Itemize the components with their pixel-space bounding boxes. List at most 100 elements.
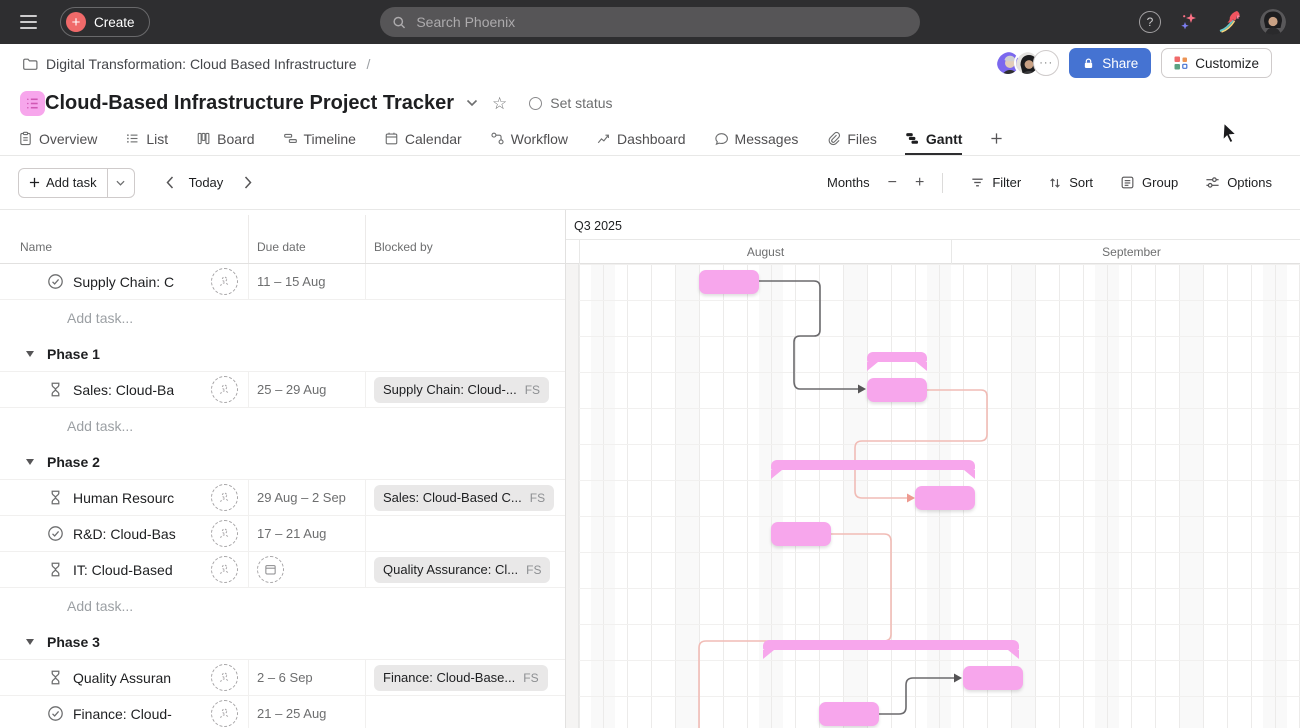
more-members-button[interactable]: ···	[1033, 50, 1059, 76]
next-period-button[interactable]	[237, 172, 259, 194]
rd-bar[interactable]	[771, 522, 831, 546]
blocked-by-cell[interactable]: Sales: Cloud-Based C...FS	[365, 480, 565, 515]
due-date-cell[interactable]: 29 Aug – 2 Sep	[248, 480, 365, 515]
assignee-placeholder[interactable]	[211, 556, 238, 583]
assignee-placeholder[interactable]	[211, 268, 238, 295]
task-pending-icon[interactable]	[47, 381, 64, 398]
phase-2-summary-bar[interactable]	[771, 460, 975, 470]
blocked-by-chip[interactable]: Quality Assurance: Cl...FS	[374, 557, 550, 583]
add-task-dropdown-button[interactable]	[108, 169, 134, 197]
favorite-star-icon[interactable]: ☆	[492, 95, 507, 112]
tab-overview[interactable]: Overview	[18, 122, 97, 155]
sort-button[interactable]: Sort	[1048, 175, 1093, 190]
share-button[interactable]: Share	[1069, 48, 1151, 78]
supply-chain-bar[interactable]	[699, 270, 759, 294]
assignee-placeholder[interactable]	[211, 520, 238, 547]
zoom-level-select[interactable]: Months	[827, 175, 870, 190]
blocked-by-cell[interactable]: Quality Assurance: Cl...FS	[365, 552, 565, 587]
collapse-caret-icon[interactable]	[26, 639, 34, 645]
task-complete-icon[interactable]	[47, 705, 64, 722]
sales-bar[interactable]	[867, 378, 927, 402]
blocked-by-cell[interactable]	[365, 516, 565, 551]
tab-dashboard[interactable]: Dashboard	[596, 122, 686, 155]
task-name[interactable]: Finance: Cloud-	[73, 706, 172, 722]
column-header-blocked-by[interactable]: Blocked by	[365, 215, 565, 263]
quality-assurance-bar[interactable]	[963, 666, 1023, 690]
tab-timeline[interactable]: Timeline	[283, 122, 356, 155]
human-resources-bar[interactable]	[915, 486, 975, 510]
assignee-placeholder[interactable]	[211, 376, 238, 403]
title-chevron-down-icon[interactable]	[466, 99, 478, 107]
help-icon[interactable]: ?	[1139, 11, 1161, 33]
ai-sparkles-icon[interactable]	[1178, 11, 1200, 33]
assignee-placeholder[interactable]	[211, 664, 238, 691]
collapse-caret-icon[interactable]	[26, 351, 34, 357]
task-name[interactable]: Quality Assuran	[73, 670, 171, 686]
due-date-cell[interactable]: 2 – 6 Sep	[248, 660, 365, 695]
task-name[interactable]: R&D: Cloud-Bas	[73, 526, 176, 542]
member-avatars[interactable]: ···	[995, 50, 1059, 76]
prev-period-button[interactable]	[159, 172, 181, 194]
section-label[interactable]: Phase 1	[47, 346, 100, 362]
task-complete-icon[interactable]	[47, 273, 64, 290]
group-button[interactable]: Group	[1120, 175, 1178, 190]
filter-button[interactable]: Filter	[970, 175, 1021, 190]
tab-board[interactable]: Board	[196, 122, 254, 155]
task-pending-icon[interactable]	[47, 489, 64, 506]
task-pending-icon[interactable]	[47, 669, 64, 686]
blocked-by-chip[interactable]: Sales: Cloud-Based C...FS	[374, 485, 554, 511]
hamburger-menu-icon[interactable]	[16, 10, 40, 34]
assignee-placeholder[interactable]	[211, 484, 238, 511]
phoenix-logo-icon[interactable]	[1217, 9, 1243, 35]
assignee-placeholder[interactable]	[211, 700, 238, 727]
section-label[interactable]: Phase 2	[47, 454, 100, 470]
section-label[interactable]: Phase 3	[47, 634, 100, 650]
task-name[interactable]: IT: Cloud-Based	[73, 562, 173, 578]
due-date-cell[interactable]: 21 – 25 Aug	[248, 696, 365, 728]
add-task-inline[interactable]: Add task...	[67, 310, 133, 326]
options-button[interactable]: Options	[1205, 175, 1272, 190]
user-avatar[interactable]	[1260, 9, 1286, 35]
blocked-by-cell[interactable]	[365, 264, 565, 299]
search-bar[interactable]	[380, 7, 920, 37]
blocked-by-chip[interactable]: Supply Chain: Cloud-...FS	[374, 377, 549, 403]
add-task-inline[interactable]: Add task...	[67, 418, 133, 434]
blocked-by-cell[interactable]: Finance: Cloud-Base...FS	[365, 660, 565, 695]
due-date-cell[interactable]: 11 – 15 Aug	[248, 264, 365, 299]
today-button[interactable]: Today	[189, 175, 224, 190]
column-header-name[interactable]: Name	[0, 240, 248, 263]
finance-bar[interactable]	[819, 702, 879, 726]
create-button[interactable]: + Create	[60, 7, 150, 37]
set-due-date-button[interactable]	[257, 556, 284, 583]
phase-3-summary-bar[interactable]	[763, 640, 1019, 650]
tab-calendar[interactable]: Calendar	[384, 122, 462, 155]
blocked-by-cell[interactable]	[365, 696, 565, 728]
task-name[interactable]: Sales: Cloud-Ba	[73, 382, 174, 398]
task-name[interactable]: Human Resourc	[73, 490, 174, 506]
due-date-cell[interactable]	[248, 552, 365, 587]
add-tab-button[interactable]	[990, 122, 1003, 155]
blocked-by-chip[interactable]: Finance: Cloud-Base...FS	[374, 665, 548, 691]
zoom-in-button[interactable]: +	[915, 175, 924, 191]
breadcrumb[interactable]: Digital Transformation: Cloud Based Infr…	[22, 56, 370, 72]
task-complete-icon[interactable]	[47, 525, 64, 542]
customize-button[interactable]: Customize	[1161, 48, 1272, 78]
add-task-button[interactable]: Add task	[18, 168, 135, 198]
add-task-main[interactable]: Add task	[19, 169, 107, 197]
due-date-cell[interactable]: 25 – 29 Aug	[248, 372, 365, 407]
add-task-inline[interactable]: Add task...	[67, 598, 133, 614]
blocked-by-cell[interactable]: Supply Chain: Cloud-...FS	[365, 372, 565, 407]
task-name[interactable]: Supply Chain: C	[73, 274, 174, 290]
collapse-caret-icon[interactable]	[26, 459, 34, 465]
tab-gantt[interactable]: Gantt	[905, 122, 963, 155]
task-pending-icon[interactable]	[47, 561, 64, 578]
set-status-button[interactable]: Set status	[529, 95, 612, 111]
tab-list[interactable]: List	[125, 122, 168, 155]
tab-files[interactable]: Files	[826, 122, 877, 155]
due-date-cell[interactable]: 17 – 21 Aug	[248, 516, 365, 551]
phase-1-summary-bar[interactable]	[867, 352, 927, 362]
zoom-out-button[interactable]: −	[888, 175, 897, 191]
search-input[interactable]	[414, 13, 908, 31]
project-list-icon[interactable]	[20, 91, 45, 116]
tab-messages[interactable]: Messages	[714, 122, 799, 155]
